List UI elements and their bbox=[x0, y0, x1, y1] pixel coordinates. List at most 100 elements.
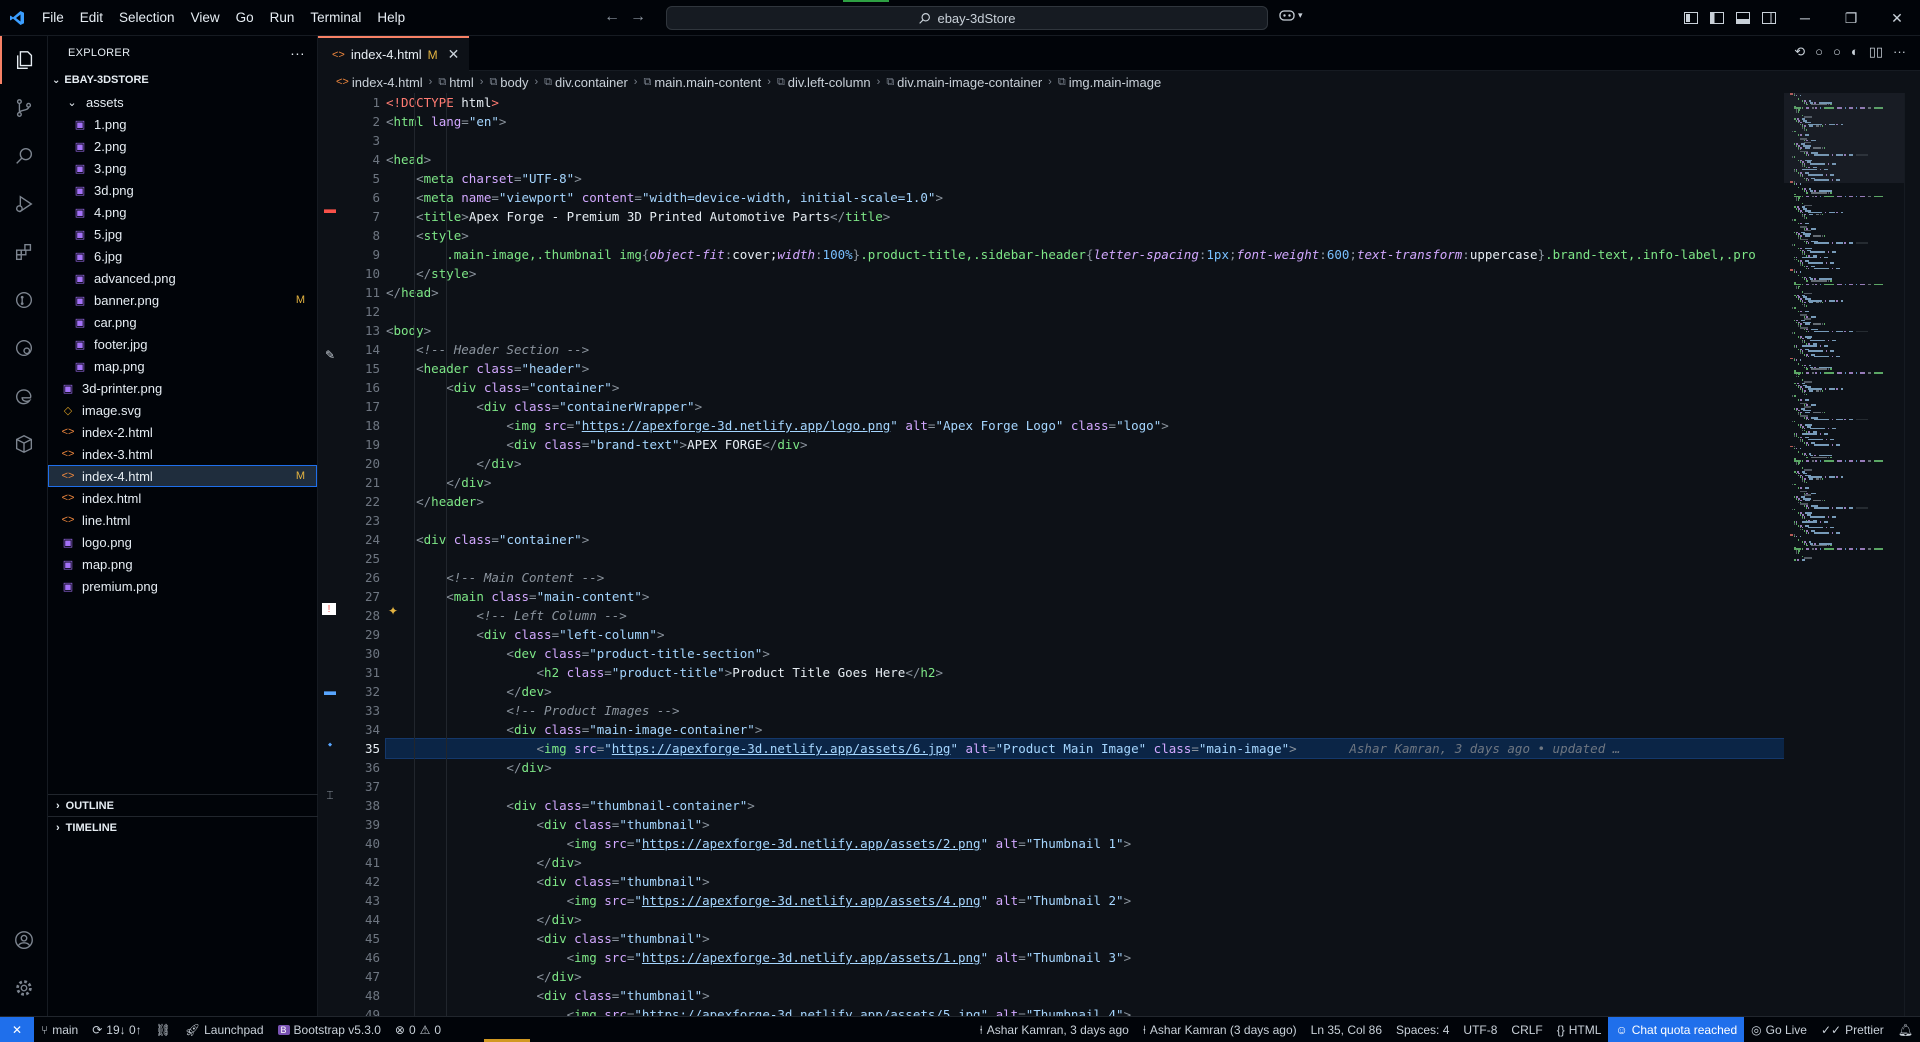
code-editor[interactable]: ▬ ✎ ! ▬ ⬩ ⌶ 1 2 3 4 5 6 7 8 9 10 11 12 13 14 15 16 17 18 1… bbox=[318, 93, 1784, 1016]
open-changes-icon[interactable]: ⟲ bbox=[1794, 44, 1805, 60]
file-item[interactable]: ▣ 6.jpg bbox=[48, 245, 317, 267]
command-center-search[interactable]: ebay-3dStore bbox=[666, 6, 1268, 30]
code-line[interactable]: </div> bbox=[386, 473, 1784, 492]
toggle-panel-icon[interactable] bbox=[1730, 0, 1756, 36]
previous-change-icon[interactable]: ○ bbox=[1815, 44, 1823, 60]
code-line[interactable]: <div class="container"> bbox=[386, 530, 1784, 549]
code-line[interactable]: <div class="left-column"> bbox=[386, 625, 1784, 644]
gitlens-blame-icon[interactable]: ◐ bbox=[1851, 44, 1859, 60]
file-blame-status[interactable]: ⍿ Ashar Kamran (3 days ago) bbox=[1136, 1017, 1304, 1042]
code-line[interactable] bbox=[386, 777, 1784, 796]
go-live-status[interactable]: ◎ Go Live bbox=[1744, 1017, 1814, 1042]
code-line[interactable]: <!-- Product Images --> bbox=[386, 701, 1784, 720]
breadcrumb-item[interactable]: div.left-column bbox=[788, 75, 871, 90]
next-change-icon[interactable]: ○ bbox=[1833, 44, 1841, 60]
explorer-icon[interactable] bbox=[0, 36, 48, 84]
extensions-icon[interactable] bbox=[0, 228, 48, 276]
code-line[interactable] bbox=[386, 549, 1784, 568]
code-line[interactable]: <div class="main-image-container"> bbox=[386, 720, 1784, 739]
file-item[interactable]: <> line.html bbox=[48, 509, 317, 531]
accounts-icon[interactable] bbox=[0, 916, 48, 964]
file-item[interactable]: ▣ map.png bbox=[48, 355, 317, 377]
menu-view[interactable]: View bbox=[183, 0, 228, 36]
sparkle-icon[interactable]: ✦ bbox=[388, 604, 398, 618]
problems-status[interactable]: ⊗ 0 ⚠ 0 bbox=[388, 1017, 448, 1042]
search-view-icon[interactable] bbox=[0, 132, 48, 180]
breadcrumb-item[interactable]: main.main-content bbox=[654, 75, 761, 90]
file-item[interactable]: ▣ premium.png bbox=[48, 575, 317, 597]
git-graph-status[interactable]: ⛓ bbox=[149, 1017, 178, 1042]
code-line[interactable]: <body> bbox=[386, 321, 1784, 340]
breadcrumb-item[interactable]: img.main-image bbox=[1069, 75, 1161, 90]
code-line[interactable]: <style> bbox=[386, 226, 1784, 245]
file-item[interactable]: ▣ 1.png bbox=[48, 113, 317, 135]
file-item[interactable]: ◇ image.svg bbox=[48, 399, 317, 421]
back-arrow-icon[interactable]: ← bbox=[604, 8, 620, 26]
line-blame-status[interactable]: ⍿ Ashar Kamran, 3 days ago bbox=[973, 1017, 1136, 1042]
workspace-folder[interactable]: ⌄ EBAY-3DSTORE bbox=[48, 69, 317, 91]
encoding-status[interactable]: UTF-8 bbox=[1456, 1017, 1504, 1042]
file-item[interactable]: ▣ 2.png bbox=[48, 135, 317, 157]
code-line[interactable]: </style> bbox=[386, 264, 1784, 283]
chat-quota-status[interactable]: ☺ Chat quota reached bbox=[1608, 1017, 1745, 1042]
code-line[interactable]: </dev> bbox=[386, 682, 1784, 701]
launchpad-status[interactable]: 🚀︎ Launchpad bbox=[178, 1017, 271, 1042]
file-item[interactable]: ▣ 4.png bbox=[48, 201, 317, 223]
breadcrumb-item[interactable]: index-4.html bbox=[352, 75, 423, 90]
split-editor-icon[interactable]: ▯▯ bbox=[1869, 44, 1883, 60]
code-line[interactable]: <div class="brand-text">APEX FORGE</div> bbox=[386, 435, 1784, 454]
branch-status[interactable]: ⑂ main bbox=[34, 1017, 85, 1042]
remote-explorer-icon[interactable] bbox=[0, 324, 48, 372]
file-item[interactable]: <> index.html bbox=[48, 487, 317, 509]
restore-icon[interactable]: ❐ bbox=[1828, 0, 1874, 36]
code-line[interactable]: </div> bbox=[386, 967, 1784, 986]
code-line[interactable]: <title>Apex Forge - Premium 3D Printed A… bbox=[386, 207, 1784, 226]
toggle-primary-sidebar-icon[interactable] bbox=[1704, 0, 1730, 36]
remote-indicator-icon[interactable]: ✕ bbox=[0, 1016, 34, 1042]
file-item[interactable]: ▣ banner.png M bbox=[48, 289, 317, 311]
more-actions-icon[interactable]: ··· bbox=[1893, 44, 1906, 60]
code-line[interactable] bbox=[386, 511, 1784, 530]
code-line[interactable]: <html lang="en"> bbox=[386, 112, 1784, 131]
close-window-icon[interactable]: ✕ bbox=[1874, 0, 1920, 36]
gitlens-icon[interactable] bbox=[0, 276, 48, 324]
code-line[interactable]: </div> bbox=[386, 910, 1784, 929]
code-line[interactable] bbox=[386, 131, 1784, 150]
run-debug-icon[interactable] bbox=[0, 180, 48, 228]
file-item[interactable]: ▣ 3.png bbox=[48, 157, 317, 179]
bootstrap-status[interactable]: B Bootstrap v5.3.0 bbox=[271, 1017, 388, 1042]
file-item[interactable]: <> index-2.html bbox=[48, 421, 317, 443]
breadcrumb-item[interactable]: html bbox=[449, 75, 474, 90]
close-tab-icon[interactable]: ✕ bbox=[448, 46, 460, 63]
code-line[interactable]: <div class="thumbnail"> bbox=[386, 872, 1784, 891]
copilot-button[interactable]: ▾ bbox=[1278, 8, 1303, 22]
file-item[interactable]: <> index-3.html bbox=[48, 443, 317, 465]
file-item[interactable]: ▣ footer.jpg bbox=[48, 333, 317, 355]
code-line[interactable]: <h2 class="product-title">Product Title … bbox=[386, 663, 1784, 682]
code-line[interactable]: <div class="thumbnail"> bbox=[386, 986, 1784, 1005]
code-line[interactable]: <img src="https://apexforge-3d.netlify.a… bbox=[386, 891, 1784, 910]
code-line[interactable]: <meta charset="UTF-8"> bbox=[386, 169, 1784, 188]
breadcrumb-item[interactable]: div.container bbox=[555, 75, 628, 90]
prettier-status[interactable]: ✓✓ Prettier bbox=[1814, 1017, 1891, 1042]
code-line[interactable]: <div class="thumbnail"> bbox=[386, 815, 1784, 834]
file-item[interactable]: ▣ 3d.png bbox=[48, 179, 317, 201]
language-status[interactable]: {} HTML bbox=[1550, 1017, 1609, 1042]
code-line[interactable]: </div> bbox=[386, 758, 1784, 777]
code-line[interactable]: </div> bbox=[386, 454, 1784, 473]
file-item[interactable]: ▣ map.png bbox=[48, 553, 317, 575]
code-line[interactable]: .main-image,.thumbnail img {object-fit: co… bbox=[386, 245, 1784, 264]
containers-icon[interactable] bbox=[0, 420, 48, 468]
code-line[interactable] bbox=[386, 302, 1784, 321]
code-line[interactable]: </head> bbox=[386, 283, 1784, 302]
toggle-secondary-sidebar-icon[interactable] bbox=[1756, 0, 1782, 36]
sync-status[interactable]: ⟳ 19↓ 0↑ bbox=[85, 1017, 148, 1042]
code-line[interactable]: <head> bbox=[386, 150, 1784, 169]
tab-index-4-html[interactable]: <> index-4.html M ✕ bbox=[318, 36, 470, 71]
code-line[interactable]: <!DOCTYPE html> bbox=[386, 93, 1784, 112]
code-line[interactable]: <img src="https://apexforge-3d.netlify.a… bbox=[385, 738, 1784, 759]
customize-layout-icon[interactable] bbox=[1678, 0, 1704, 36]
file-item[interactable]: ▣ 5.jpg bbox=[48, 223, 317, 245]
code-line[interactable]: <div class="thumbnail"> bbox=[386, 929, 1784, 948]
menu-terminal[interactable]: Terminal bbox=[302, 0, 369, 36]
